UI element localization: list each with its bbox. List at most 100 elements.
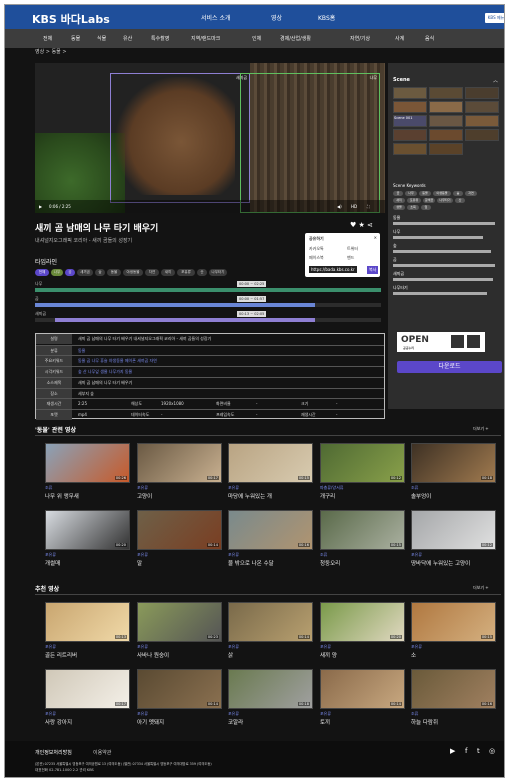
video-card[interactable]: 00:14 포유류 토끼 [320,669,405,726]
scene-thumb[interactable] [429,115,463,127]
video-card[interactable]: 00:15 포유류 마당에 누워있는 개 [228,443,313,500]
instagram-icon[interactable]: ◎ [489,747,495,755]
video-thumbnail[interactable]: 00:15 [228,443,313,483]
category-all[interactable]: 전체 [43,35,52,42]
video-title[interactable]: 나무 위 앵무새 [45,492,130,500]
scene-keyword[interactable]: 산 [455,198,465,203]
timeline-chip[interactable]: 동물 [107,269,121,276]
video-card[interactable]: 00:14 포유류 삵 [228,602,313,659]
video-card[interactable]: 00:23 포유류 사바나 원숭이 [137,602,222,659]
video-title[interactable]: 청둥오리 [320,559,405,567]
video-thumbnail[interactable]: 00:20 [320,602,405,642]
play-icon[interactable]: ▶ [39,204,42,209]
video-thumbnail[interactable]: 00:20 [45,510,130,550]
share-kakao[interactable]: 카카오톡 [309,246,324,252]
category-seasons[interactable]: 사계 [395,35,404,42]
video-card[interactable]: 00:12 파충류/양서류 개구리 [320,443,405,500]
video-thumbnail[interactable]: 00:16 [228,510,313,550]
video-title[interactable]: 땅바닥에 누워있는 고양이 [411,559,496,567]
category-plant[interactable]: 식물 [97,35,106,42]
video-title[interactable]: 솔부엉이 [411,492,496,500]
scene-keyword[interactable]: 숲 [453,191,463,196]
category-economy[interactable]: 경제/산업/생활 [280,35,311,42]
video-title[interactable]: 골든 리트리버 [45,651,130,659]
share-facebook[interactable]: 페이스북 [309,255,324,261]
video-title[interactable]: 물 밖으로 나온 수달 [228,559,313,567]
video-thumbnail[interactable]: 00:12 [411,510,496,550]
scene-thumb[interactable] [429,129,463,141]
video-card[interactable]: 00:13 포유류 골든 리트리버 [45,602,130,659]
scene-keyword[interactable]: 갈색곰 [423,198,435,203]
scene-keyword[interactable]: 잎 [421,205,431,210]
timeline-chip[interactable]: 숲 [95,269,105,276]
video-thumbnail[interactable]: 00:17 [137,443,222,483]
video-title[interactable]: 토끼 [320,718,405,726]
video-title[interactable]: 고양이 [137,492,222,500]
category-nature[interactable]: 자연/기상 [350,35,370,42]
video-card[interactable]: 00:17 포유류 사랑 강아지 [45,669,130,726]
scene-thumb[interactable] [465,101,499,113]
video-thumbnail[interactable]: 00:12 [320,443,405,483]
video-title[interactable]: 소 [411,651,496,659]
scene-keyword[interactable]: 초목 [407,205,419,210]
timeline-track[interactable] [35,318,381,322]
kbs-menu-button[interactable]: KBS 메뉴 [485,13,504,23]
nav-video[interactable]: 영상 [271,13,282,22]
recommend-more-link[interactable]: 더보기 + [473,585,489,591]
video-thumbnail[interactable]: 00:14 [320,669,405,709]
video-card[interactable]: 00:26 조류 나무 위 앵무새 [45,443,130,500]
video-title[interactable]: 말 [137,559,222,567]
timeline-chip[interactable]: 나무타기 [209,269,227,276]
timeline-chip[interactable]: 곰 [65,269,75,276]
video-card[interactable]: 00:17 포유류 고양이 [137,443,222,500]
scene-keyword[interactable]: 야생동물 [433,191,451,196]
video-thumbnail[interactable]: 00:15 [320,510,405,550]
video-card[interactable]: 00:20 포유류 새끼 양 [320,602,405,659]
video-thumbnail[interactable]: 00:17 [45,669,130,709]
video-card[interactable]: 00:18 포유류 코알라 [228,669,313,726]
fullscreen-icon[interactable]: ⛶ [367,204,370,209]
star-icon[interactable]: ★ [359,221,365,229]
scene-keyword[interactable]: 동물 [419,191,431,196]
timeline-chip[interactable]: 새끼 [161,269,175,276]
scene-thumb[interactable] [465,87,499,99]
scene-thumb[interactable] [465,115,499,127]
scene-keyword[interactable]: 나무 [405,191,417,196]
video-title[interactable]: 하늘 다람쥐 [411,718,496,726]
category-special[interactable]: 특수촬영 [151,35,169,42]
meta-value[interactable]: 숲 산 나무잎 생물 나무가지 동물 [78,369,132,375]
scene-keyword[interactable]: 나무타기 [437,198,453,203]
scene-thumb[interactable] [393,129,427,141]
facebook-icon[interactable]: f [465,747,467,755]
scene-keyword[interactable]: 자연 [465,191,477,196]
scene-thumb[interactable] [429,143,463,155]
video-thumbnail[interactable]: 00:18 [228,669,313,709]
heart-icon[interactable]: ♥ [350,221,356,229]
scene-thumb[interactable] [429,87,463,99]
video-title[interactable]: 개구리 [320,492,405,500]
nav-kbs-home[interactable]: KBS홈 [318,13,335,22]
timeline-chip[interactable]: 새끼곰 [77,269,93,276]
video-title[interactable]: 코알라 [228,718,313,726]
video-thumbnail[interactable]: 00:14 [137,510,222,550]
video-title[interactable]: 아기 멧돼지 [137,718,222,726]
volume-icon[interactable]: ◀) [337,204,342,209]
video-player[interactable]: 새끼곰 나무 ▶ 0:06 / 2:25 ◀) HD ⛶ [35,63,385,213]
share-twitter[interactable]: 트위터 [347,246,358,252]
share-icon[interactable]: ⋖ [367,221,373,229]
close-icon[interactable]: ✕ [374,235,377,240]
video-card[interactable]: 00:14 포유류 아기 멧돼지 [137,669,222,726]
footer-terms-link[interactable]: 이용약관 [93,749,111,756]
share-band[interactable]: 밴드 [347,255,354,261]
video-card[interactable]: 00:16 포유류 물 밖으로 나온 수달 [228,510,313,567]
timeline-chip[interactable]: 야생동물 [123,269,143,276]
category-animal[interactable]: 동물 [71,35,80,42]
video-thumbnail[interactable]: 00:16 [411,669,496,709]
related-more-link[interactable]: 더보기 + [473,426,489,432]
meta-value[interactable]: 동물 [78,348,85,354]
timeline-chip[interactable]: 산 [197,269,207,276]
video-thumbnail[interactable]: 00:15 [411,602,496,642]
twitter-icon[interactable]: t [477,747,480,755]
hd-badge[interactable]: HD [351,204,357,209]
video-title[interactable]: 마당에 누워있는 개 [228,492,313,500]
